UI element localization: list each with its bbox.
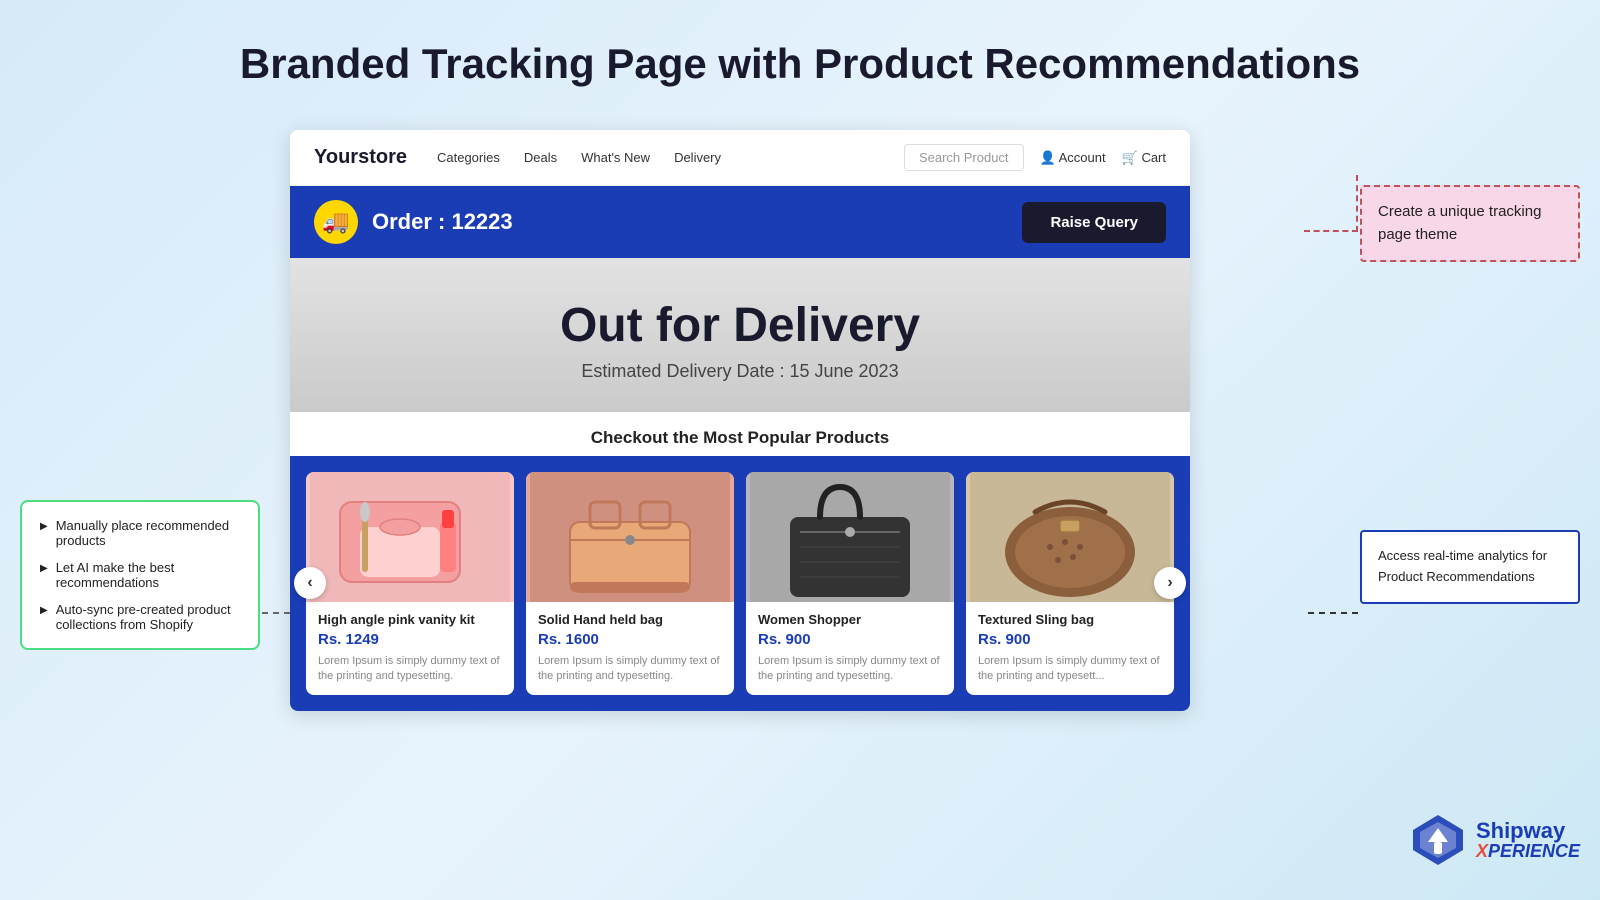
product-name-4: Textured Sling bag: [978, 612, 1162, 627]
product-desc-2: Lorem Ipsum is simply dummy text of the …: [538, 654, 722, 685]
popular-products-heading: Checkout the Most Popular Products: [290, 412, 1190, 456]
dashed-line-right-bottom: [1308, 612, 1358, 614]
delivery-status-area: Out for Delivery Estimated Delivery Date…: [290, 258, 1190, 412]
store-logo: Yourstore: [314, 146, 407, 169]
carousel-prev-button[interactable]: ‹: [294, 567, 326, 599]
store-mockup: Yourstore Categories Deals What's New De…: [290, 130, 1190, 711]
product-price-1: Rs. 1249: [318, 631, 502, 648]
product-card-2[interactable]: Solid Hand held bag Rs. 1600 Lorem Ipsum…: [526, 472, 734, 695]
product-info-3: Women Shopper Rs. 900 Lorem Ipsum is sim…: [746, 602, 954, 695]
product-card-3[interactable]: Women Shopper Rs. 900 Lorem Ipsum is sim…: [746, 472, 954, 695]
nav-whats-new[interactable]: What's New: [581, 150, 650, 165]
product-name-2: Solid Hand held bag: [538, 612, 722, 627]
bullet-icon-1: ▶: [40, 521, 48, 532]
page-main-title: Branded Tracking Page with Product Recom…: [0, 0, 1600, 108]
bullet-icon-2: ▶: [40, 563, 48, 574]
right-annotation-create-tracking: Create a unique tracking page theme: [1360, 185, 1580, 262]
shipway-logo: Shipway XPERIENCE: [1408, 810, 1580, 870]
product-image-1: [306, 472, 514, 602]
product-image-2: [526, 472, 734, 602]
product-image-3: [746, 472, 954, 602]
product-desc-3: Lorem Ipsum is simply dummy text of the …: [758, 654, 942, 685]
product-info-4: Textured Sling bag Rs. 900 Lorem Ipsum i…: [966, 602, 1174, 695]
delivery-status-title: Out for Delivery: [560, 298, 920, 353]
order-banner-left: 🚚 Order : 12223: [314, 200, 513, 244]
annotation-text-3: Auto-sync pre-created product collection…: [56, 602, 240, 632]
product-info-2: Solid Hand held bag Rs. 1600 Lorem Ipsum…: [526, 602, 734, 695]
store-nav: Yourstore Categories Deals What's New De…: [290, 130, 1190, 186]
annotation-item-3: ▶ Auto-sync pre-created product collecti…: [40, 602, 240, 632]
order-delivery-icon: 🚚: [314, 200, 358, 244]
product-price-4: Rs. 900: [978, 631, 1162, 648]
shipway-brand-text: Shipway XPERIENCE: [1476, 820, 1580, 860]
order-number: Order : 12223: [372, 209, 513, 235]
product-card-4[interactable]: Textured Sling bag Rs. 900 Lorem Ipsum i…: [966, 472, 1174, 695]
dashed-line-left: [262, 612, 290, 614]
product-name-1: High angle pink vanity kit: [318, 612, 502, 627]
order-banner: 🚚 Order : 12223 Raise Query: [290, 186, 1190, 258]
shipway-sub: XPERIENCE: [1476, 842, 1580, 860]
shipway-x: X: [1476, 841, 1488, 861]
product-info-1: High angle pink vanity kit Rs. 1249 Lore…: [306, 602, 514, 695]
carousel-next-button[interactable]: ›: [1154, 567, 1186, 599]
product-card-1[interactable]: High angle pink vanity kit Rs. 1249 Lore…: [306, 472, 514, 695]
products-carousel-wrapper: ‹: [290, 456, 1190, 711]
nav-delivery[interactable]: Delivery: [674, 150, 721, 165]
dashed-line-right-top-v: [1356, 175, 1358, 232]
shipway-icon-svg: [1408, 810, 1468, 870]
annotation-text-1: Manually place recommended products: [56, 518, 240, 548]
annotation-text-2: Let AI make the best recommendations: [56, 560, 240, 590]
account-link[interactable]: 👤 Account: [1040, 150, 1106, 166]
nav-deals[interactable]: Deals: [524, 150, 557, 165]
product-price-2: Rs. 1600: [538, 631, 722, 648]
shipway-perience: PERIENCE: [1488, 841, 1580, 861]
product-desc-1: Lorem Ipsum is simply dummy text of the …: [318, 654, 502, 685]
annotation-item-2: ▶ Let AI make the best recommendations: [40, 560, 240, 590]
search-product-input[interactable]: Search Product: [904, 144, 1024, 171]
shipway-name: Shipway: [1476, 820, 1580, 842]
nav-right: 👤 Account 🛒 Cart: [1040, 150, 1166, 166]
right-annotation-analytics: Access real-time analytics for Product R…: [1360, 530, 1580, 604]
nav-categories[interactable]: Categories: [437, 150, 500, 165]
bullet-icon-3: ▶: [40, 605, 48, 616]
left-annotation-box: ▶ Manually place recommended products ▶ …: [20, 500, 260, 650]
product-name-3: Women Shopper: [758, 612, 942, 627]
product-image-4: [966, 472, 1174, 602]
delivery-estimated-date: Estimated Delivery Date : 15 June 2023: [581, 361, 898, 382]
store-nav-links: Categories Deals What's New Delivery Sea…: [437, 144, 1024, 171]
annotation-item-1: ▶ Manually place recommended products: [40, 518, 240, 548]
cart-link[interactable]: 🛒 Cart: [1122, 150, 1166, 166]
product-price-3: Rs. 900: [758, 631, 942, 648]
dashed-line-right-top-h: [1304, 230, 1358, 232]
product-desc-4: Lorem Ipsum is simply dummy text of the …: [978, 654, 1162, 685]
raise-query-button[interactable]: Raise Query: [1022, 202, 1166, 243]
products-carousel: High angle pink vanity kit Rs. 1249 Lore…: [306, 472, 1174, 695]
